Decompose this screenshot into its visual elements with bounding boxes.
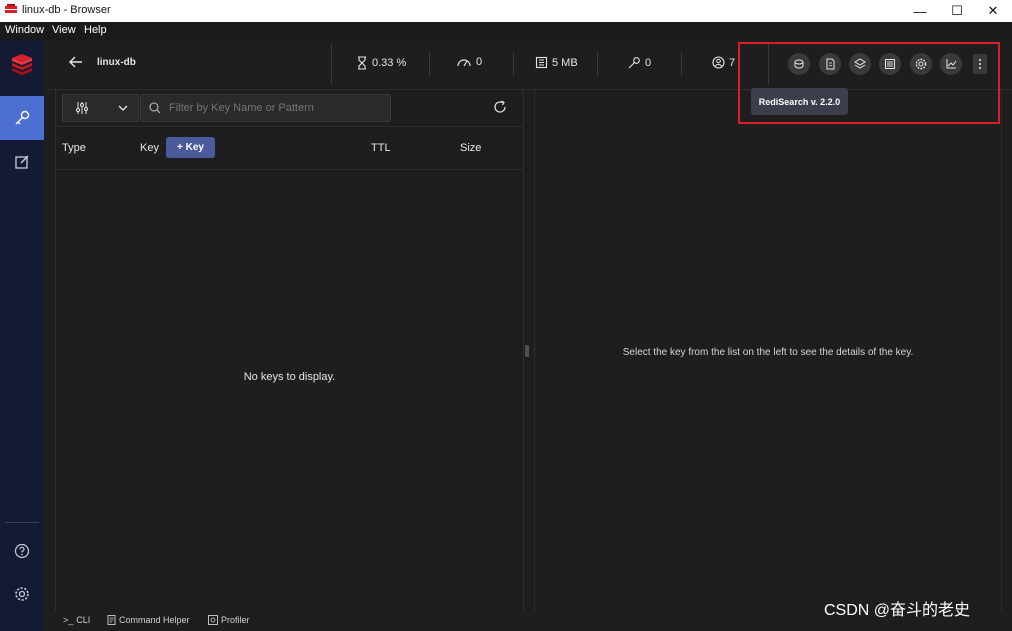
menu-help[interactable]: Help xyxy=(84,24,107,36)
column-size: Size xyxy=(460,142,482,154)
key-small-icon xyxy=(628,57,640,69)
clients-value: 7 xyxy=(729,56,736,69)
highlight-box xyxy=(738,42,1000,124)
search-icon xyxy=(149,102,161,114)
stat-divider xyxy=(597,52,598,76)
db-name: linux-db xyxy=(97,57,136,68)
pane-resize-handle[interactable] xyxy=(525,345,529,357)
cpu-stat: 0.33 % xyxy=(356,56,406,70)
details-placeholder: Select the key from the list on the left… xyxy=(622,347,914,358)
watermark: CSDN @奋斗的老史 xyxy=(824,602,971,619)
filter-icon xyxy=(76,102,88,114)
add-key-button[interactable]: + Key xyxy=(166,137,215,158)
divider xyxy=(56,169,523,170)
speedometer-icon xyxy=(457,59,471,67)
menu-view[interactable]: View xyxy=(52,24,76,36)
stat-divider xyxy=(681,52,682,76)
column-type: Type xyxy=(62,142,86,154)
search-input[interactable] xyxy=(167,99,386,117)
user-icon xyxy=(712,56,725,69)
memory-value: 5 MB xyxy=(552,56,578,69)
hourglass-icon xyxy=(358,56,366,70)
help-nav-button[interactable] xyxy=(0,529,44,573)
window-titlebar: linux-db - Browser — ☐ ✕ xyxy=(0,0,1012,22)
stat-divider xyxy=(513,52,514,76)
memory-icon xyxy=(535,56,548,69)
nav-divider xyxy=(5,522,39,523)
column-ttl: TTL xyxy=(371,142,391,154)
header-divider xyxy=(331,44,332,84)
key-details-panel: Select the key from the list on the left… xyxy=(534,89,1002,614)
ops-stat: 0 xyxy=(456,56,482,68)
clients-stat: 7 xyxy=(712,56,735,69)
window-title: linux-db - Browser xyxy=(22,4,111,16)
key-type-filter[interactable] xyxy=(62,94,139,122)
stat-divider xyxy=(429,52,430,76)
menubar: Window View Help xyxy=(0,22,1012,40)
command-helper-label: Command Helper xyxy=(119,615,190,625)
document-icon xyxy=(107,615,116,625)
gear-icon xyxy=(15,587,29,601)
memory-stat: 5 MB xyxy=(535,56,578,69)
key-icon xyxy=(15,110,30,125)
profiler-button[interactable]: Profiler xyxy=(208,615,250,625)
close-button[interactable]: ✕ xyxy=(970,0,1012,22)
cli-button[interactable]: >_ CLI xyxy=(63,615,90,625)
empty-keys-message: No keys to display. xyxy=(243,371,336,383)
cpu-value: 0.33 % xyxy=(372,57,407,69)
chevron-down-icon xyxy=(118,105,128,111)
settings-nav-button[interactable] xyxy=(0,572,44,616)
column-key: Key xyxy=(140,142,159,154)
ops-value: 0 xyxy=(476,56,483,68)
edit-icon xyxy=(15,155,29,169)
redis-logo-icon xyxy=(5,4,17,16)
cli-label: CLI xyxy=(76,615,91,625)
keys-stat: 0 xyxy=(627,56,651,70)
profiler-label: Profiler xyxy=(221,615,250,625)
terminal-icon: >_ xyxy=(63,615,74,625)
key-list-panel: Type Key + Key TTL Size No keys to displ… xyxy=(55,89,524,614)
divider xyxy=(56,126,523,127)
keys-value: 0 xyxy=(645,57,652,69)
help-icon xyxy=(14,543,30,559)
key-search-field[interactable] xyxy=(140,94,391,122)
back-arrow-icon[interactable] xyxy=(69,56,83,68)
workbench-nav-button[interactable] xyxy=(0,140,44,184)
refresh-icon[interactable] xyxy=(493,100,507,114)
menu-window[interactable]: Window xyxy=(5,24,44,36)
left-navigation xyxy=(0,40,44,631)
redis-insight-logo-icon[interactable] xyxy=(0,42,44,86)
command-helper-button[interactable]: Command Helper xyxy=(107,615,190,625)
browser-nav-button[interactable] xyxy=(0,96,44,140)
profiler-icon xyxy=(208,615,218,625)
